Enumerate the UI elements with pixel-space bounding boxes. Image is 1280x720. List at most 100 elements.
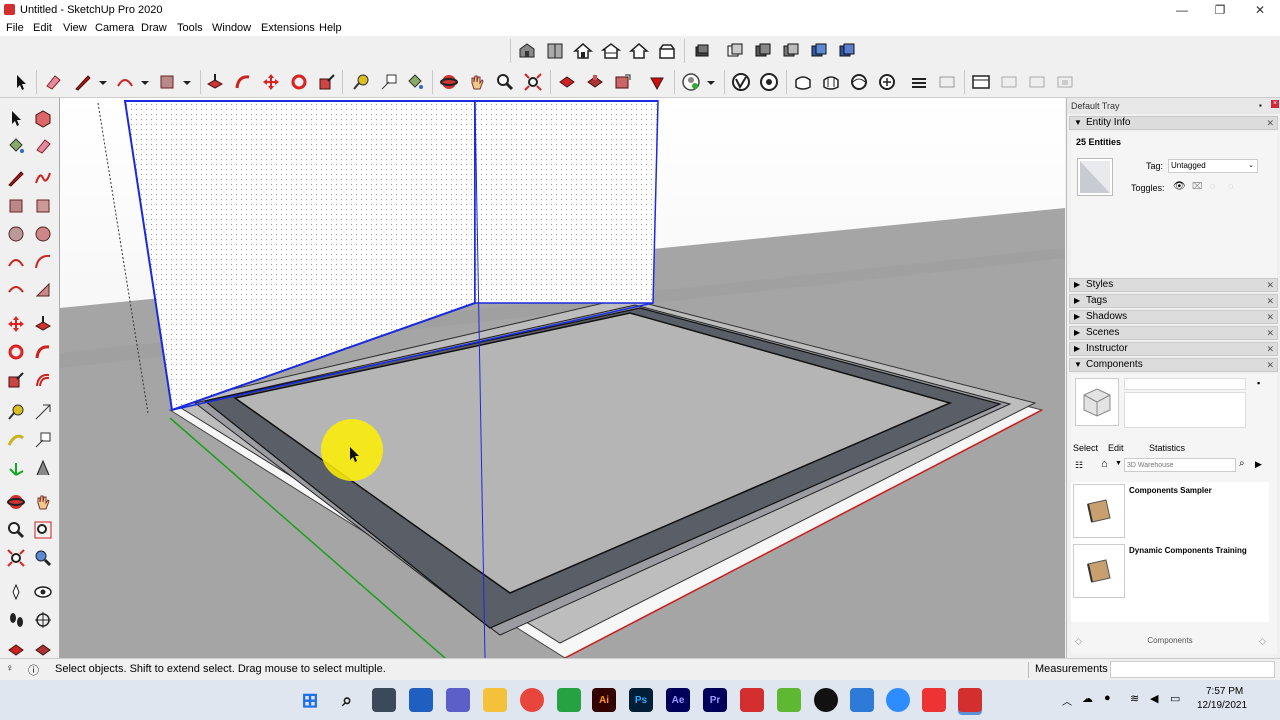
minimize-button[interactable]: —	[1162, 0, 1202, 20]
polygon-tool-icon[interactable]	[31, 222, 55, 246]
file-explorer-icon[interactable]	[483, 688, 507, 712]
orbit-tool-icon[interactable]	[438, 71, 460, 93]
list-item[interactable]	[1073, 484, 1125, 538]
tape-measure-icon[interactable]	[350, 71, 372, 93]
rotate-tool-icon[interactable]	[288, 71, 310, 93]
menu-view[interactable]: View	[63, 22, 87, 34]
select-tool-icon[interactable]	[4, 106, 28, 130]
display-section-cuts-icon[interactable]	[1026, 71, 1048, 93]
tag-dropdown[interactable]: Untagged ⌄	[1168, 159, 1258, 173]
xray-icon[interactable]	[691, 40, 713, 62]
component-sampler-label[interactable]: Components Sampler	[1129, 486, 1212, 495]
scene-canvas[interactable]	[60, 98, 1065, 658]
search-icon[interactable]: ⌕	[335, 688, 359, 712]
notepad-icon[interactable]	[850, 688, 874, 712]
app-red-icon[interactable]	[922, 688, 946, 712]
tab-statistics[interactable]: Statistics	[1149, 443, 1185, 453]
solid-intersect-icon[interactable]	[758, 71, 780, 93]
scenes-header[interactable]: ▶ Scenes ✕	[1069, 326, 1278, 340]
display-section-fill-icon[interactable]	[1054, 71, 1076, 93]
menu-edit[interactable]: Edit	[33, 22, 52, 34]
rectangle-tool-icon[interactable]	[156, 71, 178, 93]
walk-tool-icon[interactable]	[4, 608, 28, 632]
previous-view-icon[interactable]	[31, 546, 55, 570]
shadows-header[interactable]: ▶ Shadows ✕	[1069, 310, 1278, 324]
wifi-icon[interactable]: ≋	[1130, 692, 1139, 705]
section-plane-icon[interactable]	[970, 71, 992, 93]
next-icon[interactable]: ◇	[1259, 636, 1266, 647]
camtasia-icon[interactable]	[777, 688, 801, 712]
push-pull-icon[interactable]	[31, 312, 55, 336]
profile-dropdown-icon[interactable]	[700, 71, 722, 93]
zoom-window-icon[interactable]	[31, 518, 55, 542]
info-icon[interactable]: ⓘ	[28, 662, 39, 678]
app-green-icon[interactable]	[557, 688, 581, 712]
look-around-icon[interactable]	[31, 580, 55, 604]
geolocation-icon[interactable]: ♀	[6, 663, 14, 674]
styles-header[interactable]: ▶ Styles ✕	[1069, 278, 1278, 292]
tab-select[interactable]: Select	[1073, 443, 1098, 453]
sketchup-task-icon[interactable]	[740, 688, 764, 712]
rotate-tool-icon[interactable]	[4, 340, 28, 364]
add-detail-icon[interactable]	[936, 71, 958, 93]
scale-tool-icon[interactable]	[4, 368, 28, 392]
receive-shadows-icon[interactable]: ◌	[1210, 181, 1215, 191]
battery-icon[interactable]: ▭	[1170, 692, 1180, 705]
menu-file[interactable]: File	[6, 22, 24, 34]
component-name-field[interactable]	[1124, 378, 1246, 390]
sandbox-from-contours-icon[interactable]	[792, 71, 814, 93]
zoom-tool-icon[interactable]	[4, 518, 28, 542]
push-pull-icon[interactable]	[204, 71, 226, 93]
arc-dropdown-icon[interactable]	[134, 71, 156, 93]
scale-tool-icon[interactable]	[316, 71, 338, 93]
protractor-tool-icon[interactable]	[4, 428, 28, 452]
line-tool-icon[interactable]	[72, 71, 94, 93]
warehouse-icon[interactable]	[556, 71, 578, 93]
clock-time[interactable]: 7:57 PM	[1206, 686, 1243, 697]
after-effects-icon[interactable]: Ae	[666, 688, 690, 712]
home-icon[interactable]: ⌂	[1101, 458, 1108, 470]
eraser-tool-icon[interactable]	[31, 134, 55, 158]
entity-info-header[interactable]: ▼ Entity Info ✕	[1069, 116, 1278, 130]
wireframe-icon[interactable]	[724, 40, 746, 62]
sketchup-active-icon[interactable]	[958, 688, 982, 712]
paint-bucket-icon[interactable]	[404, 71, 426, 93]
search-icon[interactable]: ⌕	[1239, 458, 1245, 469]
media-player-icon[interactable]	[814, 688, 838, 712]
dimension-tool-icon[interactable]	[378, 71, 400, 93]
menu-extensions[interactable]: Extensions	[261, 22, 315, 34]
volume-icon[interactable]: ◀	[1150, 692, 1158, 705]
orbit-tool-icon[interactable]	[4, 490, 28, 514]
close-button[interactable]: ✕	[1240, 0, 1280, 20]
task-view-icon[interactable]	[372, 688, 396, 712]
premiere-icon[interactable]: Pr	[703, 688, 727, 712]
components-header[interactable]: ▼ Components ✕	[1069, 358, 1278, 372]
left-view-icon[interactable]	[656, 40, 678, 62]
rectangle-tool-icon[interactable]	[4, 194, 28, 218]
share-component-icon[interactable]	[612, 71, 634, 93]
back-view-icon[interactable]	[628, 40, 650, 62]
tab-edit[interactable]: Edit	[1108, 443, 1124, 453]
photoshop-icon[interactable]: Ps	[629, 688, 653, 712]
text-tool-icon[interactable]	[31, 428, 55, 452]
two-point-arc-icon[interactable]	[31, 250, 55, 274]
instructor-header[interactable]: ▶ Instructor ✕	[1069, 342, 1278, 356]
move-tool-icon[interactable]	[4, 312, 28, 336]
right-view-icon[interactable]	[600, 40, 622, 62]
display-section-planes-icon[interactable]	[998, 71, 1020, 93]
share-model-icon[interactable]	[584, 71, 606, 93]
chat-icon[interactable]	[446, 688, 470, 712]
zoom-extents-icon[interactable]	[4, 546, 28, 570]
tape-measure-icon[interactable]	[4, 400, 28, 424]
sandbox-from-scratch-icon[interactable]	[820, 71, 842, 93]
rotated-rectangle-icon[interactable]	[31, 194, 55, 218]
forward-icon[interactable]: ▶	[1255, 459, 1262, 470]
microphone-icon[interactable]: ●	[1104, 692, 1111, 704]
section-plane-icon[interactable]	[31, 608, 55, 632]
line-tool-icon[interactable]	[4, 166, 28, 190]
three-point-arc-icon[interactable]	[4, 278, 28, 302]
smoove-icon[interactable]	[848, 71, 870, 93]
component-description-field[interactable]	[1124, 392, 1246, 428]
measurements-input[interactable]	[1110, 661, 1275, 678]
position-camera-icon[interactable]	[4, 580, 28, 604]
